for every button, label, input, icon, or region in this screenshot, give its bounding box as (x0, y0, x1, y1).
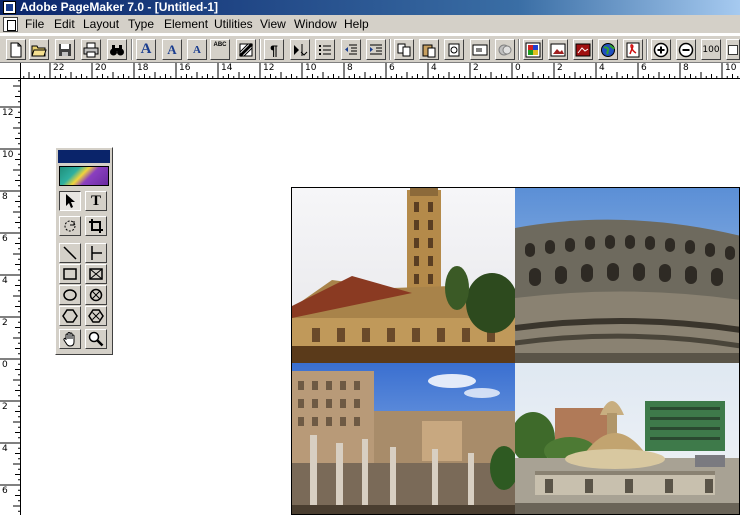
window-title: Adobe PageMaker 7.0 - [Untitled-1] (20, 0, 219, 14)
hand-tool[interactable] (59, 329, 81, 349)
zoom-tool[interactable] (85, 329, 107, 349)
fill-stroke-icon[interactable] (236, 39, 256, 60)
ruler-label: 10 (725, 63, 737, 73)
actual-size-icon[interactable]: 100 (701, 39, 721, 60)
constrained-line-tool[interactable] (85, 243, 107, 263)
zoom-out-icon[interactable] (676, 39, 696, 60)
menu-edit[interactable]: Edit (54, 15, 75, 34)
photo-forum-ruins[interactable] (292, 363, 515, 514)
menu-file[interactable]: File (25, 15, 44, 34)
character-font-icon[interactable]: A (136, 39, 156, 60)
menu-utilities[interactable]: Utilities (214, 15, 253, 34)
horizontal-ruler[interactable]: 22 20 18 16 14 12 10 8 6 4 2 0 2 4 6 8 10 (0, 63, 740, 79)
ruler-label: 6 (389, 63, 395, 73)
save-icon[interactable] (55, 39, 75, 60)
ruler-label: 6 (2, 234, 8, 244)
export-pdf-icon[interactable] (623, 39, 643, 60)
rotate-tool[interactable] (59, 216, 81, 236)
menu-element[interactable]: Element (164, 15, 208, 34)
decrease-font-size-icon[interactable]: A (187, 39, 207, 60)
ruler-label: 6 (2, 486, 8, 496)
increase-indent-icon[interactable] (366, 39, 386, 60)
find-binoculars-icon[interactable] (107, 39, 127, 60)
photo-colosseum[interactable] (515, 188, 739, 363)
ruler-origin[interactable] (0, 63, 21, 79)
spelling-check-icon[interactable]: ABC (210, 39, 230, 60)
place-icon[interactable] (470, 39, 490, 60)
ruler-label: 8 (683, 63, 689, 73)
pointer-tool[interactable] (59, 191, 81, 211)
open-folder-icon[interactable] (29, 39, 49, 60)
ruler-label: 8 (2, 192, 8, 202)
menu-layout[interactable]: Layout (83, 15, 119, 34)
toolbox-palette: T (55, 147, 113, 355)
app-icon[interactable] (3, 1, 16, 14)
ruler-label: 4 (2, 276, 8, 286)
ruler-label: 18 (137, 63, 149, 73)
decrease-indent-icon[interactable] (341, 39, 361, 60)
rectangle-frame-tool[interactable] (85, 264, 107, 284)
ruler-label: 6 (641, 63, 647, 73)
photoshop-icon[interactable] (573, 39, 593, 60)
ruler-label: 8 (347, 63, 353, 73)
ruler-label: 10 (2, 150, 14, 160)
links-manager-icon[interactable] (444, 39, 464, 60)
pagemaker-window: Adobe PageMaker 7.0 - [Untitled-1] File … (0, 0, 740, 515)
ruler-label: 2 (2, 402, 8, 412)
menu-help[interactable]: Help (344, 15, 369, 34)
polygon-frame-tool[interactable] (85, 306, 107, 326)
ruler-label: 2 (2, 318, 8, 328)
ruler-label: 12 (2, 108, 14, 118)
paragraph-icon[interactable]: ¶ (264, 39, 284, 60)
new-document-icon[interactable] (6, 39, 26, 60)
document-control-icon[interactable] (3, 17, 18, 32)
ruler-label: 16 (179, 63, 191, 73)
web-globe-icon[interactable] (598, 39, 618, 60)
ellipse-frame-tool[interactable] (85, 285, 107, 305)
ruler-label: 0 (2, 360, 8, 370)
photo-bell-tower[interactable] (292, 188, 515, 363)
menu-view[interactable]: View (260, 15, 286, 34)
bullets-icon[interactable] (315, 39, 335, 60)
copy-icon[interactable] (394, 39, 414, 60)
ruler-label: 2 (473, 63, 479, 73)
print-icon[interactable] (81, 39, 101, 60)
ruler-label: 22 (53, 63, 65, 73)
ruler-label: 2 (557, 63, 563, 73)
line-tool[interactable] (59, 243, 81, 263)
menu-type[interactable]: Type (128, 15, 154, 34)
crop-tool[interactable] (85, 216, 107, 236)
menu-bar: File Edit Layout Type Element Utilities … (0, 15, 740, 34)
ruler-label: 20 (95, 63, 107, 73)
paste-icon[interactable] (419, 39, 439, 60)
document-page[interactable] (291, 187, 740, 515)
image-control-icon[interactable] (548, 39, 568, 60)
ruler-label: 12 (263, 63, 275, 73)
text-tool[interactable]: T (85, 191, 107, 211)
photo-fountain[interactable] (515, 363, 739, 514)
menu-window[interactable]: Window (294, 15, 337, 34)
ruler-label: 0 (515, 63, 521, 73)
toolbox-logo (59, 166, 109, 186)
polygon-tool[interactable] (59, 306, 81, 326)
indents-tabs-icon[interactable] (290, 39, 310, 60)
title-bar[interactable]: Adobe PageMaker 7.0 - [Untitled-1] (0, 0, 740, 15)
ellipse-tool[interactable] (59, 285, 81, 305)
toolbox-title-bar[interactable] (58, 150, 110, 163)
colors-palette-icon[interactable] (523, 39, 543, 60)
rectangle-tool[interactable] (59, 264, 81, 284)
increase-font-size-icon[interactable]: A (162, 39, 182, 60)
ruler-label: 4 (599, 63, 605, 73)
ruler-label: 14 (221, 63, 233, 73)
ruler-label: 4 (431, 63, 437, 73)
library-icon[interactable] (495, 39, 515, 60)
vertical-ruler[interactable]: 12 10 8 6 4 2 0 2 4 6 (0, 79, 21, 515)
zoom-in-icon[interactable] (651, 39, 671, 60)
ruler-label: 10 (305, 63, 317, 73)
ruler-label: 4 (2, 444, 8, 454)
toolbar: A A A ABC ¶ 100 (0, 35, 740, 63)
horizontal-ruler-ticks (2, 63, 739, 78)
fit-window-icon[interactable] (726, 39, 740, 60)
